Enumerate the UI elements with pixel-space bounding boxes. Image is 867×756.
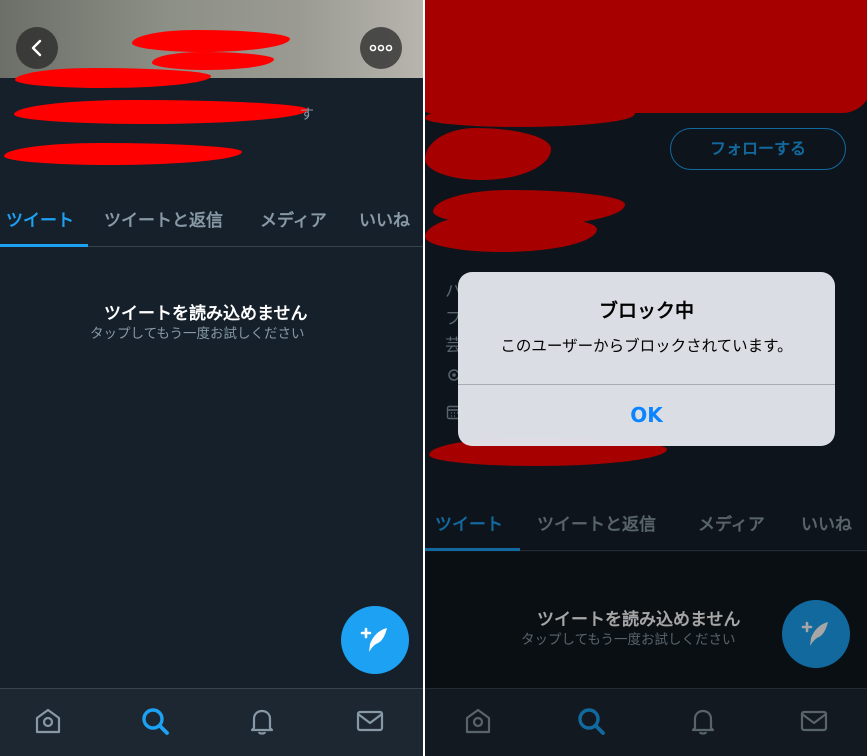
compose-feather-icon xyxy=(360,627,387,652)
notifications-icon[interactable] xyxy=(246,705,278,737)
tab-media[interactable]: メディア xyxy=(260,199,327,247)
redacted-bio xyxy=(14,100,308,124)
redacted-handle xyxy=(15,68,211,88)
left-profile-screen: す ツイート ツイートと返信 メディア いいね ツイートを読み込めません タップ… xyxy=(0,0,423,756)
alert-title: ブロック中 xyxy=(598,300,694,322)
tab-tweets-and-replies[interactable]: ツイートと返信 xyxy=(104,199,223,247)
chevron-left-icon xyxy=(31,39,42,57)
empty-state-title: ツイートを読み込めません xyxy=(104,304,308,324)
tab-tweets[interactable]: ツイート xyxy=(6,199,74,247)
compose-tweet-button[interactable] xyxy=(341,606,409,674)
more-horizontal-icon xyxy=(369,44,393,52)
messages-icon[interactable] xyxy=(354,705,386,737)
bio-fragment: す xyxy=(300,107,314,123)
more-options-button[interactable] xyxy=(360,27,402,69)
empty-state-retry[interactable]: タップしてもう一度お試しください xyxy=(90,322,305,342)
profile-tabs: ツイート ツイートと返信 メディア いいね xyxy=(0,199,423,247)
redacted-meta xyxy=(4,143,242,165)
home-icon[interactable] xyxy=(32,705,64,737)
tab-likes[interactable]: いいね xyxy=(359,199,410,247)
tab-active-indicator xyxy=(0,244,88,247)
back-button[interactable] xyxy=(16,27,58,69)
alert-message: このユーザーからブロックされています。 xyxy=(500,337,793,355)
alert-ok-button[interactable]: OK xyxy=(458,385,835,446)
bottom-navigation xyxy=(0,688,423,756)
blocked-alert-dialog: ブロック中 このユーザーからブロックされています。 OK xyxy=(458,272,835,446)
search-icon[interactable] xyxy=(139,705,171,737)
right-profile-screen: フォローする ハ フ 芸 ツイート ツイートと返信 メディア いいね ツイートを… xyxy=(425,0,867,756)
